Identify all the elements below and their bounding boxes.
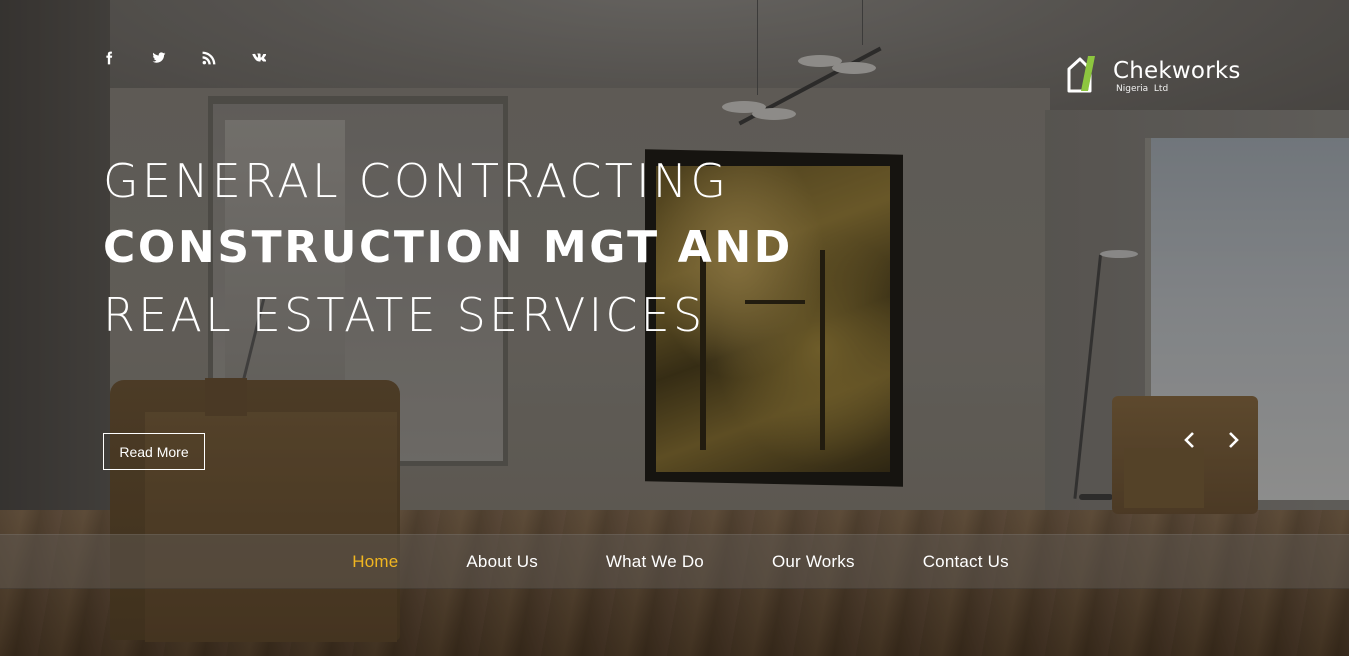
twitter-icon[interactable] [148,48,170,68]
slider-next-button[interactable] [1222,428,1246,452]
main-nav: Home About Us What We Do Our Works Conta… [0,534,1349,589]
hero-line-construction-mgt: CONSTRUCTION MGT AND [103,222,793,273]
logo-name: Chekworks [1113,58,1241,84]
logo-tagline: Nigeria Ltd [1116,84,1169,94]
nav-item-our-works[interactable]: Our Works [738,552,889,572]
hero-line-general-contracting: GENERAL CONTRACTING [103,154,730,208]
vk-icon[interactable] [248,48,270,68]
slider-prev-button[interactable] [1177,428,1201,452]
nav-item-home[interactable]: Home [318,552,432,572]
hero-line-real-estate: REAL ESTATE SERVICES [103,288,706,342]
social-links [98,48,270,68]
house-logo-icon [1067,56,1095,93]
facebook-icon[interactable] [98,48,120,68]
read-more-button[interactable]: Read More [103,433,205,470]
nav-item-about-us[interactable]: About Us [432,552,572,572]
nav-item-what-we-do[interactable]: What We Do [572,552,738,572]
hero-heading: GENERAL CONTRACTING CONSTRUCTION MGT AND… [103,158,793,346]
nav-list: Home About Us What We Do Our Works Conta… [318,552,1043,572]
nav-item-contact-us[interactable]: Contact Us [889,552,1043,572]
brand-logo[interactable]: Chekworks Nigeria Ltd [1066,54,1246,98]
rss-icon[interactable] [198,48,220,68]
chevron-right-icon [1229,432,1239,448]
chevron-left-icon [1184,432,1194,448]
